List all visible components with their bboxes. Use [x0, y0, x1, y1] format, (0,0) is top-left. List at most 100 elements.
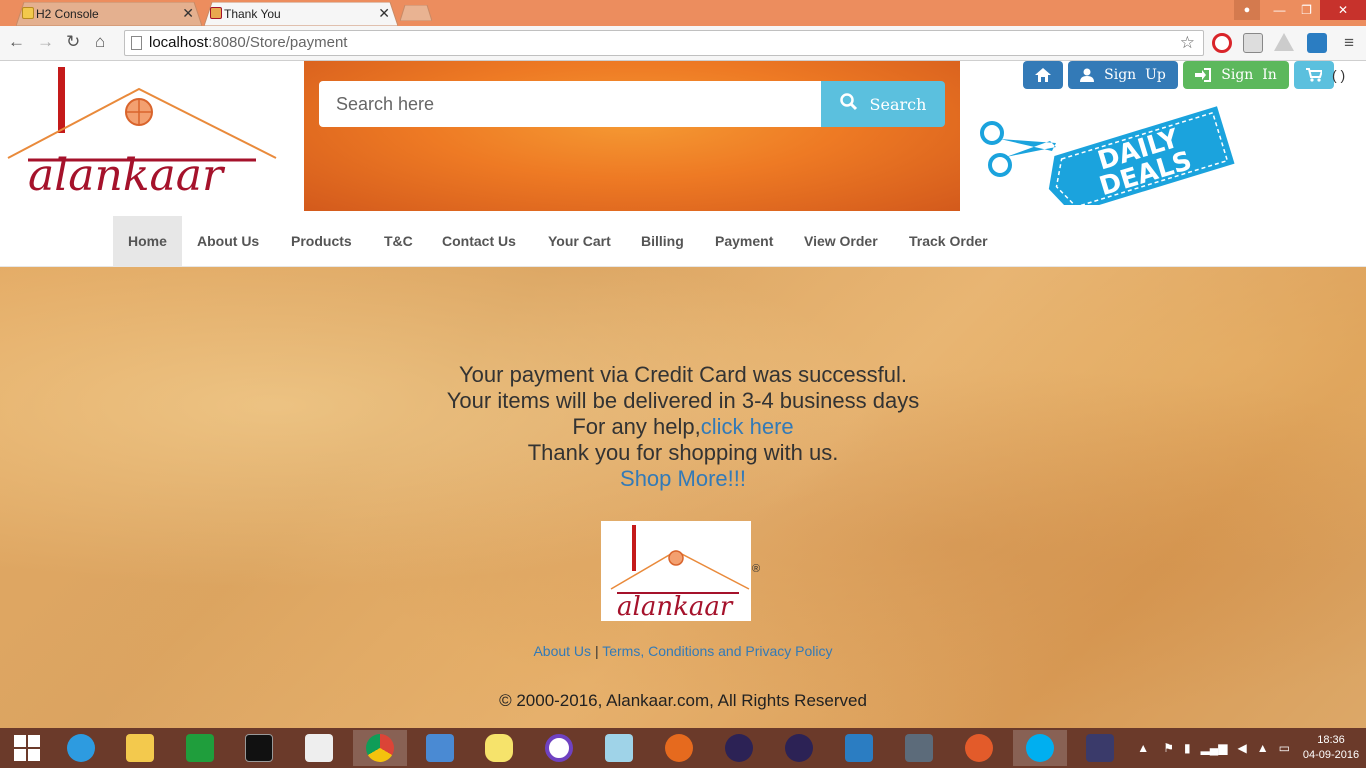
- nav-track-order[interactable]: Track Order: [894, 216, 1003, 266]
- new-tab-button[interactable]: [399, 4, 433, 22]
- nav-about-us[interactable]: About Us: [182, 216, 274, 266]
- forward-arrow-icon[interactable]: →: [37, 32, 54, 52]
- copyright-text: © 2000-2016, Alankaar.com, All Rights Re…: [499, 691, 867, 710]
- sign-up-button[interactable]: Sign Up: [1068, 61, 1178, 89]
- taskbar: ▲ ⚑ ▮ ▂▄▆ ◀ ▲ ▭ 18:36 04-09-2016: [0, 728, 1366, 768]
- taskbar-firefox[interactable]: [652, 730, 706, 766]
- skype-icon: [1026, 734, 1054, 762]
- nav-payment[interactable]: Payment: [700, 216, 788, 266]
- eclipse-icon: [725, 734, 753, 762]
- taskbar-github[interactable]: [532, 730, 586, 766]
- taskbar-database[interactable]: [472, 730, 526, 766]
- window-close-icon[interactable]: ✕: [1320, 0, 1366, 20]
- url-host: localhost: [149, 34, 209, 51]
- cart-button[interactable]: [1294, 61, 1334, 89]
- start-button[interactable]: [0, 730, 54, 766]
- home-button[interactable]: [1023, 61, 1063, 89]
- tab-close-icon[interactable]: ✕: [378, 5, 390, 22]
- taskbar-sql[interactable]: [892, 730, 946, 766]
- footer-links: About Us | Terms, Conditions and Privacy…: [0, 643, 1366, 659]
- cart-count: ( ): [1332, 67, 1346, 83]
- nav-terms[interactable]: T&C: [369, 216, 428, 266]
- search-input[interactable]: [319, 81, 822, 127]
- nav-billing[interactable]: Billing: [626, 216, 699, 266]
- taskbar-explorer[interactable]: [113, 730, 167, 766]
- bookmark-star-icon[interactable]: ☆: [1180, 31, 1195, 55]
- eclipse-icon: [785, 734, 813, 762]
- main-nav: Home About Us Products T&C Contact Us Yo…: [0, 216, 1366, 267]
- taskbar-cmd[interactable]: [232, 730, 286, 766]
- volume-icon[interactable]: ◀: [1238, 741, 1247, 755]
- java-ee-ide-icon: [1086, 734, 1114, 762]
- footer-about-link[interactable]: About Us: [533, 643, 591, 659]
- blue-app-icon: [845, 734, 873, 762]
- taskbar-chrome[interactable]: [353, 730, 407, 766]
- footer-logo-wordmark: alankaar: [617, 592, 734, 621]
- notification-icon[interactable]: ▭: [1279, 741, 1290, 755]
- virtual-machine-icon: [426, 734, 454, 762]
- taskbar-javaee[interactable]: [1073, 730, 1127, 766]
- help-link[interactable]: click here: [701, 414, 794, 439]
- taskbar-app-blue[interactable]: [832, 730, 886, 766]
- battery-icon[interactable]: ▮: [1184, 741, 1191, 755]
- signal-icon[interactable]: ▂▄▆: [1201, 741, 1228, 755]
- browser-tab-strip: H2 Console ✕ Thank You ✕ ● — ❐ ✕: [0, 0, 1366, 26]
- thank-you-text: Thank you for shopping with us.: [527, 440, 839, 465]
- tray-expand-icon[interactable]: ▲: [1137, 741, 1149, 755]
- flag-icon[interactable]: ⚑: [1163, 741, 1174, 755]
- taskbar-eclipse[interactable]: [712, 730, 766, 766]
- browser-toolbar: ← → ↻ ⌂ localhost:8080/Store/payment ☆ ≡: [0, 26, 1366, 61]
- sign-in-button[interactable]: Sign In: [1183, 61, 1289, 89]
- taskbar-store[interactable]: [173, 730, 227, 766]
- shop-more-link[interactable]: Shop More!!!: [620, 466, 746, 491]
- notes-icon: [605, 734, 633, 762]
- nav-view-order[interactable]: View Order: [789, 216, 893, 266]
- clock[interactable]: 18:36 04-09-2016: [1296, 733, 1366, 763]
- registered-mark: ®: [752, 563, 761, 575]
- reload-icon[interactable]: ↻: [66, 32, 80, 52]
- restore-icon[interactable]: ❐: [1293, 0, 1320, 20]
- drive-extension-icon[interactable]: [1274, 33, 1294, 51]
- help-prefix: For any help,: [572, 414, 701, 439]
- footer-logo: alankaar: [601, 521, 751, 622]
- nav-contact-us[interactable]: Contact Us: [427, 216, 531, 266]
- h2-favicon-icon: [22, 7, 34, 19]
- url-path: :8080/Store/payment: [208, 34, 348, 51]
- nav-home[interactable]: Home: [113, 216, 182, 266]
- drive-tray-icon[interactable]: ▲: [1257, 741, 1269, 755]
- extension-shield-icon[interactable]: [1243, 33, 1263, 53]
- taskbar-ie[interactable]: [54, 730, 108, 766]
- github-icon: [545, 734, 573, 762]
- taskbar-notes[interactable]: [592, 730, 646, 766]
- tab-h2-console[interactable]: H2 Console ✕: [16, 2, 202, 26]
- file-explorer-icon: [126, 734, 154, 762]
- tab-thank-you[interactable]: Thank You ✕: [204, 2, 398, 26]
- account-buttons: Sign Up Sign In: [1023, 61, 1334, 89]
- taskbar-eclipse-2[interactable]: [772, 730, 826, 766]
- tab-label: Thank You: [224, 7, 281, 21]
- blue-extension-icon[interactable]: [1307, 33, 1327, 53]
- chrome-icon: [366, 734, 394, 762]
- tab-close-icon[interactable]: ✕: [182, 5, 194, 22]
- sign-in-label: Sign In: [1221, 67, 1277, 83]
- nav-products[interactable]: Products: [276, 216, 367, 266]
- daily-deals-badge[interactable]: DAILY DEALS: [978, 95, 1248, 214]
- sql-developer-icon: [905, 734, 933, 762]
- nav-your-cart[interactable]: Your Cart: [533, 216, 626, 266]
- address-bar[interactable]: localhost:8080/Store/payment ☆: [124, 30, 1204, 56]
- opera-extension-icon[interactable]: [1212, 33, 1232, 53]
- back-arrow-icon[interactable]: ←: [8, 32, 25, 52]
- taskbar-vm[interactable]: [413, 730, 467, 766]
- alankaar-logo[interactable]: alankaar: [6, 63, 282, 203]
- taskbar-tools[interactable]: [952, 730, 1006, 766]
- chrome-menu-icon[interactable]: ≡: [1344, 33, 1354, 53]
- taskbar-skype[interactable]: [1013, 730, 1067, 766]
- user-profile-icon[interactable]: ●: [1234, 0, 1260, 20]
- page-icon: [131, 36, 142, 50]
- taskbar-reader[interactable]: [292, 730, 346, 766]
- minimize-icon[interactable]: —: [1266, 0, 1293, 20]
- tools-icon: [965, 734, 993, 762]
- home-icon[interactable]: ⌂: [95, 32, 105, 52]
- search-button[interactable]: Search: [821, 81, 945, 127]
- footer-terms-link[interactable]: Terms, Conditions and Privacy Policy: [602, 643, 832, 659]
